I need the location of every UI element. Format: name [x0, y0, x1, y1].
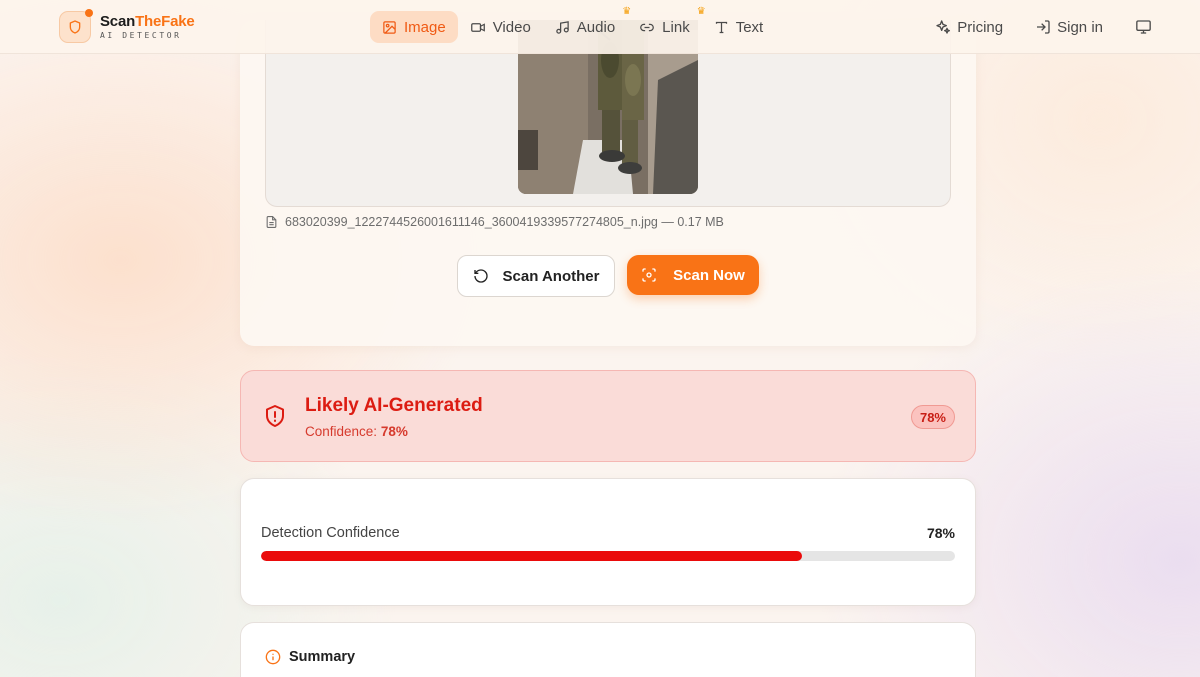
log-in-icon: [1037, 20, 1050, 34]
monitor-icon: [1136, 20, 1151, 34]
image-icon: [383, 20, 396, 34]
info-icon: [265, 649, 281, 665]
brand-name: ScanTheFake: [100, 12, 195, 30]
confidence-prefix: Confidence:: [305, 424, 378, 439]
sign-in-link[interactable]: Sign in: [1035, 19, 1103, 36]
music-icon: [556, 20, 569, 34]
result-confidence: Confidence: 78%: [305, 424, 408, 439]
tab-audio-label: Audio: [576, 18, 616, 36]
theme-toggle-button[interactable]: [1135, 19, 1158, 35]
file-separator: —: [661, 215, 674, 229]
sparkles-icon: [936, 20, 951, 34]
action-buttons: Scan Another Scan Now: [457, 255, 759, 297]
summary-card: Summary: [240, 622, 976, 677]
brand-tagline: AI DETECTOR: [100, 30, 182, 40]
file-info: 683020399_1222744526001611146_3600419339…: [265, 215, 724, 229]
scan-now-label: Scan Now: [673, 266, 745, 284]
tab-text[interactable]: Text: [702, 11, 776, 43]
mode-tabs: Image Video Audio ♛ Link ♛ Text: [370, 7, 776, 43]
tab-image-label: Image: [404, 18, 446, 36]
detection-confidence-card: Detection Confidence 78%: [240, 478, 976, 606]
pricing-link[interactable]: Pricing: [935, 19, 1003, 36]
scan-another-label: Scan Another: [502, 267, 600, 285]
result-banner: Likely AI-Generated Confidence: 78% 78%: [240, 370, 976, 462]
file-size: 0.17 MB: [677, 215, 724, 229]
detection-confidence-label: Detection Confidence: [261, 525, 400, 541]
result-title: Likely AI-Generated: [305, 395, 483, 416]
tab-link[interactable]: Link ♛: [627, 7, 706, 43]
detection-confidence-value: 78%: [926, 525, 955, 541]
scan-another-button[interactable]: Scan Another: [457, 255, 615, 297]
confidence-progress-fill: [261, 551, 803, 561]
video-icon: [470, 22, 485, 32]
rotate-ccw-icon: [473, 269, 488, 283]
shield-logo-icon: [59, 9, 93, 43]
tab-image[interactable]: Image: [370, 11, 458, 43]
text-icon: [715, 21, 727, 33]
top-navbar: ScanTheFake AI DETECTOR Image Video Audi…: [0, 0, 1200, 54]
confidence-progress-track: [261, 551, 955, 561]
account-nav: Pricing Sign in: [903, 11, 1158, 43]
tab-video-label: Video: [492, 18, 531, 36]
tab-audio[interactable]: Audio ♛: [543, 7, 631, 43]
shield-alert-icon: [266, 405, 284, 427]
logo-dot: [85, 9, 93, 17]
tab-video[interactable]: Video: [458, 11, 543, 43]
summary-header: Summary: [265, 649, 355, 665]
sign-in-label: Sign in: [1057, 18, 1103, 36]
tab-text-label: Text: [735, 18, 764, 36]
confidence-value: 78%: [380, 424, 408, 439]
confidence-badge: 78%: [910, 405, 955, 429]
brand-logo[interactable]: ScanTheFake AI DETECTOR: [59, 9, 195, 44]
pricing-label: Pricing: [957, 18, 1004, 36]
tab-link-label: Link: [662, 18, 690, 36]
scan-now-button[interactable]: Scan Now: [627, 255, 759, 295]
link-icon: [640, 23, 654, 31]
scan-icon: [642, 268, 656, 282]
upload-card: 683020399_1222744526001611146_3600419339…: [240, 20, 976, 346]
file-icon: [266, 216, 277, 228]
file-name: 683020399_1222744526001611146_3600419339…: [285, 215, 658, 229]
summary-title: Summary: [289, 649, 356, 665]
